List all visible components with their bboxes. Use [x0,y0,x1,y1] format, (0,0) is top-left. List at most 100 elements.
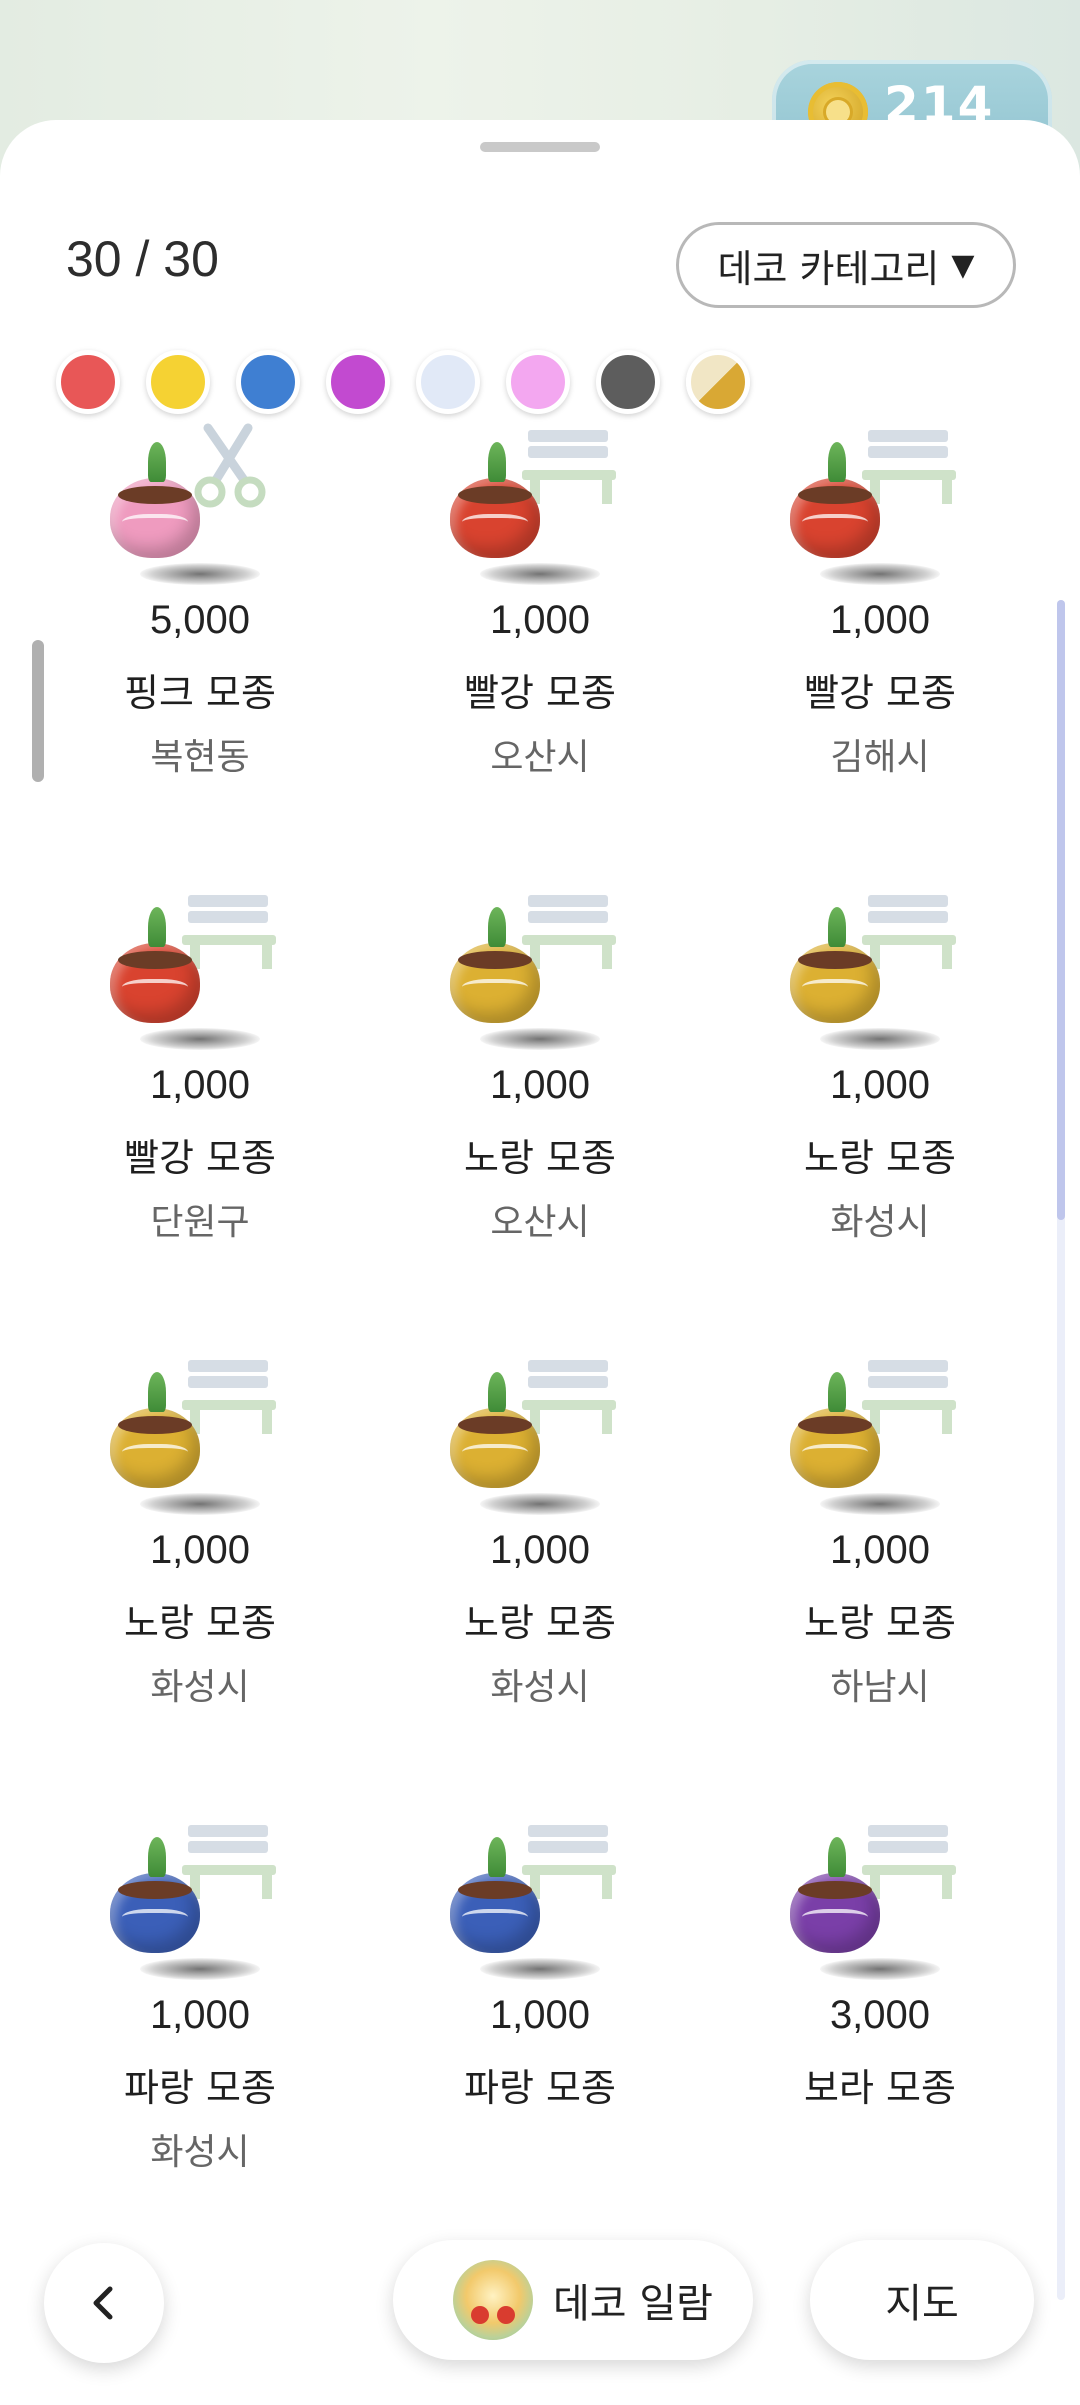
category-label: 데코 카테고리 [717,246,940,291]
deco-item-card[interactable]: 1,000 노랑 모종 하남시 [710,1310,1050,1775]
sprout-icon [488,442,506,482]
item-shadow [480,1028,600,1050]
plant-pot-image [100,1815,300,1965]
plant-pot-image [100,1350,300,1500]
sprout-icon [828,1372,846,1412]
sprout-icon [828,907,846,947]
bench-icon [522,895,620,969]
deco-item-card[interactable]: 1,000 노랑 모종 오산시 [370,845,710,1310]
item-location: 하남시 [830,1667,930,1708]
bench-icon [862,430,960,504]
item-shadow [140,1028,260,1050]
item-name: 빨강 모종 [464,671,616,715]
pot-icon [450,1408,540,1488]
deco-item-card[interactable]: 1,000 빨강 모종 단원구 [30,845,370,1310]
item-location: 오산시 [490,737,590,778]
item-name: 노랑 모종 [804,1601,956,1645]
deco-item-card[interactable]: 1,000 노랑 모종 화성시 [30,1310,370,1775]
item-location: 단원구 [150,1202,250,1243]
item-shadow [140,563,260,585]
deco-album-button[interactable]: 데코 일람 [393,2240,753,2360]
plant-pot-image [780,420,980,570]
drag-handle[interactable] [480,142,600,152]
bench-icon [522,1360,620,1434]
pot-icon [790,1873,880,1953]
back-button[interactable] [44,2243,164,2363]
pot-icon [110,1408,200,1488]
item-location: 화성시 [150,1667,250,1708]
sprout-icon [488,1372,506,1412]
item-price: 1,000 [829,598,931,642]
bench-icon [182,895,280,969]
bench-icon [182,1825,280,1899]
pot-icon [790,478,880,558]
item-shadow [820,1493,940,1515]
deco-album-label: 데코 일람 [553,2281,713,2327]
bench-icon [522,430,620,504]
deco-item-card[interactable]: 1,000 빨강 모종 김해시 [710,380,1050,845]
sprout-icon [488,1837,506,1877]
item-price: 1,000 [489,1528,591,1572]
item-name: 보라 모종 [804,2066,956,2110]
item-shadow [140,1958,260,1980]
pot-icon [790,943,880,1023]
item-location: 화성시 [150,2132,250,2173]
item-shadow [480,1493,600,1515]
map-button[interactable]: 지도 [810,2240,1034,2360]
item-location: 복현동 [150,737,250,778]
bench-icon [522,1825,620,1899]
category-dropdown-button[interactable]: 데코 카테고리 ▼ [676,222,1016,308]
item-shadow [820,563,940,585]
pot-icon [790,1408,880,1488]
pot-icon [110,1873,200,1953]
bench-icon [182,1360,280,1434]
deco-item-card[interactable]: 1,000 파랑 모종 [370,1775,710,2240]
sprout-icon [148,442,166,482]
item-price: 1,000 [829,1528,931,1572]
plant-pot-image [440,885,640,1035]
scrollbar-thumb[interactable] [1057,600,1065,1220]
item-price: 1,000 [829,1063,931,1107]
item-name: 노랑 모종 [124,1601,276,1645]
item-price: 1,000 [489,598,591,642]
item-shadow [140,1493,260,1515]
sprout-icon [828,442,846,482]
plant-pot-image [440,420,640,570]
item-location: 김해시 [830,737,930,778]
sprout-icon [148,907,166,947]
item-name: 노랑 모종 [804,1136,956,1180]
item-price: 1,000 [149,1528,251,1572]
deco-item-grid: 5,000 핑크 모종 복현동 1,000 빨강 모종 오산시 1,000 빨강… [30,380,1050,2240]
pot-icon [450,943,540,1023]
item-shadow [820,1958,940,1980]
pot-icon [110,478,200,558]
deco-item-card[interactable]: 5,000 핑크 모종 복현동 [30,380,370,845]
item-shadow [820,1028,940,1050]
scissors-icon [194,423,266,508]
sprout-icon [148,1372,166,1412]
sprout-icon [148,1837,166,1877]
item-price: 1,000 [489,1063,591,1107]
item-location: 화성시 [490,1667,590,1708]
map-label: 지도 [885,2281,959,2327]
item-location: 화성시 [830,1202,930,1243]
deco-item-card[interactable]: 1,000 파랑 모종 화성시 [30,1775,370,2240]
deco-album-icon [453,2260,533,2340]
item-price: 5,000 [149,598,251,642]
item-price: 1,000 [489,1993,591,2037]
item-count: 30 / 30 [66,231,219,287]
deco-item-card[interactable]: 1,000 빨강 모종 오산시 [370,380,710,845]
bench-icon [862,1825,960,1899]
item-name: 노랑 모종 [464,1136,616,1180]
plant-pot-image [440,1350,640,1500]
deco-item-card[interactable]: 3,000 보라 모종 [710,1775,1050,2240]
item-name: 핑크 모종 [124,671,276,715]
bench-icon [862,895,960,969]
dropdown-arrow-icon: ▼ [951,247,975,283]
item-shadow [480,1958,600,1980]
item-name: 빨강 모종 [124,1136,276,1180]
deco-item-card[interactable]: 1,000 노랑 모종 화성시 [710,845,1050,1310]
deco-item-card[interactable]: 1,000 노랑 모종 화성시 [370,1310,710,1775]
plant-pot-image [100,885,300,1035]
sprout-icon [488,907,506,947]
